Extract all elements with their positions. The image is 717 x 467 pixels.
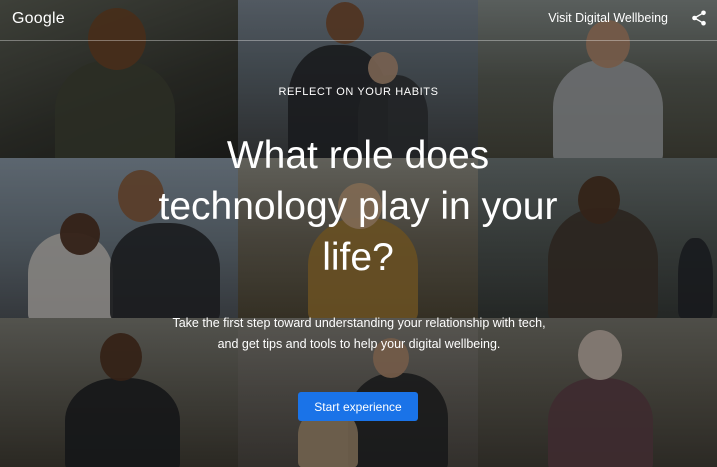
hero-subtext: Take the first step toward understanding…	[172, 316, 546, 351]
hero-headline: What role does technology play in your l…	[158, 134, 558, 279]
share-icon[interactable]	[690, 9, 708, 27]
top-bar: Google Visit Digital Wellbeing	[0, 0, 717, 41]
start-experience-button[interactable]: Start experience	[298, 392, 418, 421]
landing-page: Google Visit Digital Wellbeing REFLECT O…	[0, 0, 717, 467]
google-logo[interactable]: Google	[12, 10, 65, 28]
visit-digital-wellbeing-link[interactable]: Visit Digital Wellbeing	[548, 11, 668, 25]
eyebrow-text: REFLECT ON YOUR HABITS	[278, 86, 439, 98]
